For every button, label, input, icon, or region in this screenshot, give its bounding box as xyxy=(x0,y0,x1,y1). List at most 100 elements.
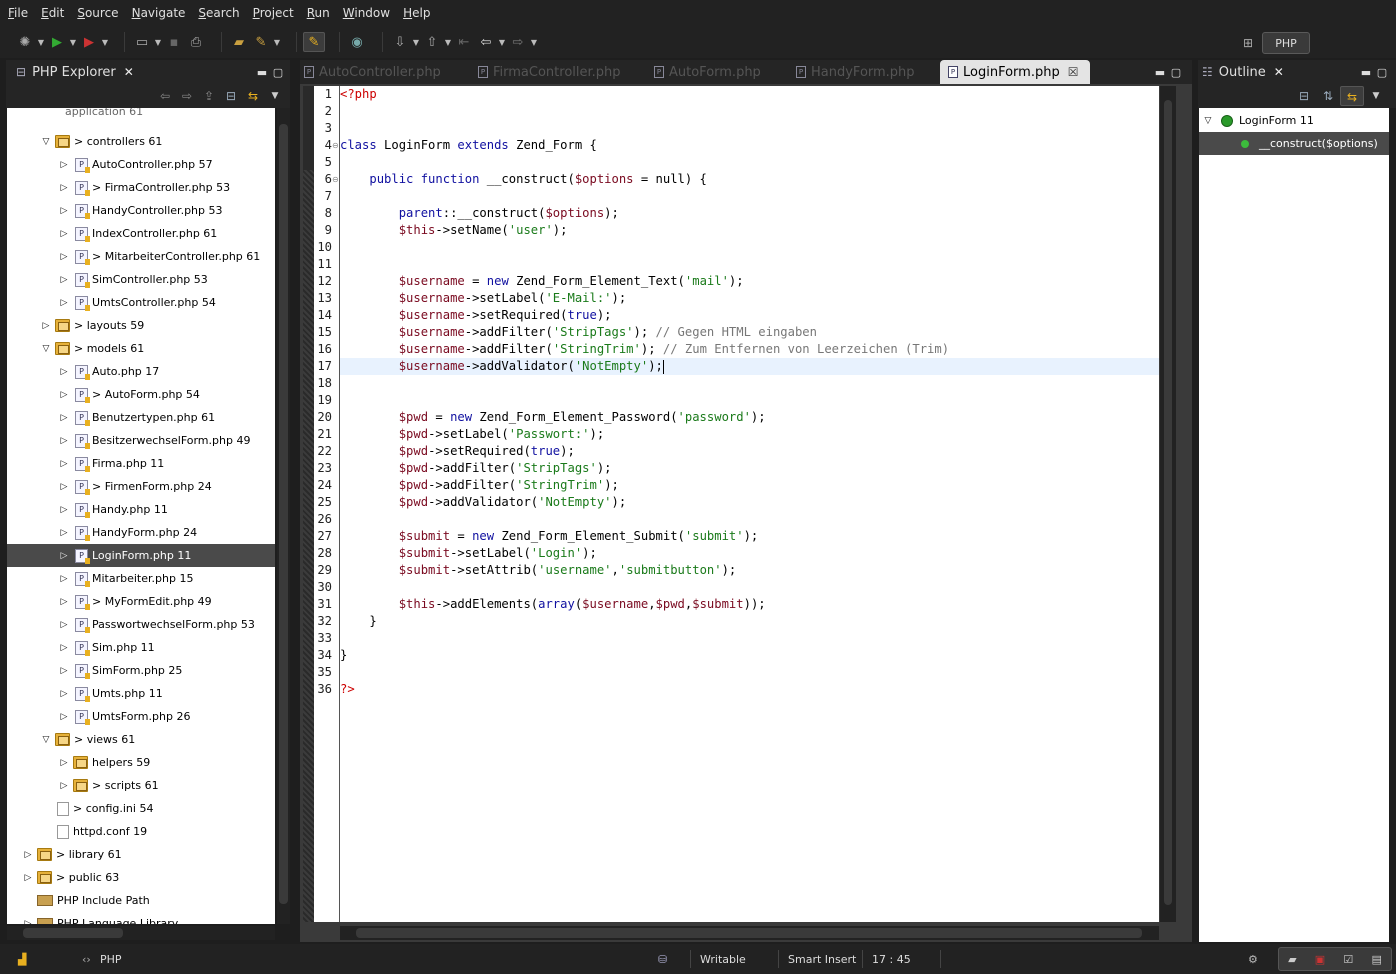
tree-row[interactable]: ▷ > scripts 61 xyxy=(7,774,275,797)
close-icon[interactable]: ☒ xyxy=(1068,65,1079,79)
collapsed-twisty-icon[interactable]: ▷ xyxy=(57,459,71,469)
tree-row[interactable]: ▷ P AutoController.php 57 xyxy=(7,153,275,176)
forward-dropdown-icon[interactable]: ▼ xyxy=(529,32,539,52)
editor-vertical-scrollbar[interactable] xyxy=(1160,86,1176,922)
link-editor-icon[interactable]: ⇆ xyxy=(242,89,264,103)
new-icon[interactable]: ▭ xyxy=(131,32,153,52)
view-menu-icon[interactable]: ▼ xyxy=(264,91,286,101)
editor-tab[interactable]: P LoginForm.php ☒ xyxy=(940,60,1091,84)
collapsed-twisty-icon[interactable]: ▷ xyxy=(21,873,35,883)
collapsed-twisty-icon[interactable]: ▷ xyxy=(57,551,71,561)
tree-row[interactable]: ▷ P Sim.php 11 xyxy=(7,636,275,659)
tree-row[interactable]: ▷ P > MitarbeiterController.php 61 xyxy=(7,245,275,268)
tree-row[interactable]: ▷ P HandyForm.php 24 xyxy=(7,521,275,544)
tree-row[interactable]: ▷ P PasswortwechselForm.php 53 xyxy=(7,613,275,636)
tree-row[interactable]: ▷ P UmtsController.php 54 xyxy=(7,291,275,314)
tree-row[interactable]: ▷ P IndexController.php 61 xyxy=(7,222,275,245)
tree-row[interactable]: ▷ helpers 59 xyxy=(7,751,275,774)
external-tools-icon[interactable]: ▶ xyxy=(78,32,100,52)
outline-method-row[interactable]: __construct($options) xyxy=(1199,132,1389,155)
overview-ruler[interactable] xyxy=(303,86,314,922)
tree-row[interactable]: ▷ P Auto.php 17 xyxy=(7,360,275,383)
collapsed-twisty-icon[interactable]: ▷ xyxy=(57,528,71,538)
pen-icon[interactable]: ✎ xyxy=(303,32,325,52)
tab-php-explorer[interactable]: ⊟ PHP Explorer ✕ xyxy=(6,60,144,84)
tree-row[interactable]: ▷ P > FirmaController.php 53 xyxy=(7,176,275,199)
new-dropdown-icon[interactable]: ▼ xyxy=(153,32,163,52)
expanded-twisty-icon[interactable]: ▽ xyxy=(39,735,53,745)
tree-row[interactable]: ▷ P > AutoForm.php 54 xyxy=(7,383,275,406)
tree-row[interactable]: ▷ P SimForm.php 25 xyxy=(7,659,275,682)
last-edit-icon[interactable]: ⇤ xyxy=(453,32,475,52)
up-icon[interactable]: ⇪ xyxy=(198,89,220,103)
background-task-icon[interactable]: ⛁ xyxy=(658,944,667,974)
expanded-twisty-icon[interactable]: ▽ xyxy=(39,137,53,147)
prev-annotation-icon[interactable]: ⇧ xyxy=(421,32,443,52)
editor-tab[interactable]: P AutoController.php xyxy=(300,60,460,84)
collapsed-twisty-icon[interactable]: ▷ xyxy=(57,275,71,285)
run-icon[interactable]: ▶ xyxy=(46,32,68,52)
maximize-icon[interactable]: ▢ xyxy=(1374,66,1390,79)
external-tools-dropdown-icon[interactable]: ▼ xyxy=(100,32,110,52)
next-annotation-icon[interactable]: ⇩ xyxy=(389,32,411,52)
expanded-twisty-icon[interactable]: ▽ xyxy=(1201,116,1215,126)
problems-icon[interactable]: ▣ xyxy=(1315,953,1325,966)
collapsed-twisty-icon[interactable]: ▷ xyxy=(57,643,71,653)
php-perspective-button[interactable]: PHP xyxy=(1262,32,1310,54)
back-icon[interactable]: ⇦ xyxy=(154,89,176,103)
menu-window[interactable]: Window xyxy=(339,0,394,26)
fold-icon[interactable]: ⊖ xyxy=(332,137,339,154)
menu-navigate[interactable]: Navigate xyxy=(128,0,190,26)
maximize-icon[interactable]: ▢ xyxy=(270,66,286,79)
menu-file[interactable]: File xyxy=(4,0,32,26)
tree-row[interactable]: ▷ P Mitarbeiter.php 15 xyxy=(7,567,275,590)
search-dropdown-icon[interactable]: ▼ xyxy=(272,32,282,52)
menu-edit[interactable]: Edit xyxy=(37,0,68,26)
tree-row[interactable]: ▷ P BesitzerwechselForm.php 49 xyxy=(7,429,275,452)
forward-icon[interactable]: ⇨ xyxy=(507,32,529,52)
collapsed-twisty-icon[interactable]: ▷ xyxy=(57,574,71,584)
menu-search[interactable]: Search xyxy=(194,0,243,26)
tree-row[interactable]: ▷ P > MyFormEdit.php 49 xyxy=(7,590,275,613)
menu-run[interactable]: Run xyxy=(303,0,334,26)
bookmarks-icon[interactable]: ▤ xyxy=(1371,953,1381,966)
collapsed-twisty-icon[interactable]: ▷ xyxy=(57,436,71,446)
menu-project[interactable]: Project xyxy=(249,0,298,26)
tree-row[interactable]: ▷ > layouts 59 xyxy=(7,314,275,337)
tree-row[interactable]: ▽ > controllers 61 xyxy=(7,130,275,153)
explorer-horizontal-scrollbar[interactable] xyxy=(7,926,275,940)
collapsed-twisty-icon[interactable]: ▷ xyxy=(39,321,53,331)
close-icon[interactable]: ✕ xyxy=(1274,65,1284,79)
collapsed-twisty-icon[interactable]: ▷ xyxy=(57,252,71,262)
collapsed-twisty-icon[interactable]: ▷ xyxy=(57,390,71,400)
sort-icon[interactable]: ⇅ xyxy=(1316,86,1340,106)
tab-outline[interactable]: ☷ Outline ✕ xyxy=(1198,60,1294,84)
tree-row[interactable]: PHP Include Path xyxy=(7,889,275,912)
tree-row[interactable]: ▷ P LoginForm.php 11 xyxy=(7,544,275,567)
view-menu-icon[interactable]: ▼ xyxy=(1364,86,1388,106)
tree-row[interactable]: > config.ini 54 xyxy=(7,797,275,820)
collapsed-twisty-icon[interactable]: ▷ xyxy=(21,850,35,860)
tree-row[interactable]: ▷ P Umts.php 11 xyxy=(7,682,275,705)
collapsed-twisty-icon[interactable]: ▷ xyxy=(57,781,71,791)
editor-tab[interactable]: P HandyForm.php xyxy=(788,60,948,84)
collapsed-twisty-icon[interactable]: ▷ xyxy=(21,919,35,925)
tree-row[interactable]: ▷ P > FirmenForm.php 24 xyxy=(7,475,275,498)
tree-row[interactable]: httpd.conf 19 xyxy=(7,820,275,843)
minimize-icon[interactable]: ▬ xyxy=(1358,66,1374,79)
editor-horizontal-scrollbar[interactable] xyxy=(340,926,1159,940)
next-annotation-dropdown-icon[interactable]: ▼ xyxy=(411,32,421,52)
collapsed-twisty-icon[interactable]: ▷ xyxy=(57,482,71,492)
collapsed-twisty-icon[interactable]: ▷ xyxy=(57,229,71,239)
collapsed-twisty-icon[interactable]: ▷ xyxy=(57,666,71,676)
tree-row[interactable]: ▷ > library 61 xyxy=(7,843,275,866)
menu-source[interactable]: Source xyxy=(73,0,122,26)
debug-dropdown-icon[interactable]: ▼ xyxy=(36,32,46,52)
collapsed-twisty-icon[interactable]: ▷ xyxy=(57,206,71,216)
tree-row[interactable]: ▷ P UmtsForm.php 26 xyxy=(7,705,275,728)
explorer-vertical-scrollbar[interactable] xyxy=(277,108,290,924)
collapsed-twisty-icon[interactable]: ▷ xyxy=(57,505,71,515)
editor-tab[interactable]: P FirmaController.php xyxy=(470,60,633,84)
collapsed-twisty-icon[interactable]: ▷ xyxy=(57,620,71,630)
collapsed-twisty-icon[interactable]: ▷ xyxy=(57,183,71,193)
